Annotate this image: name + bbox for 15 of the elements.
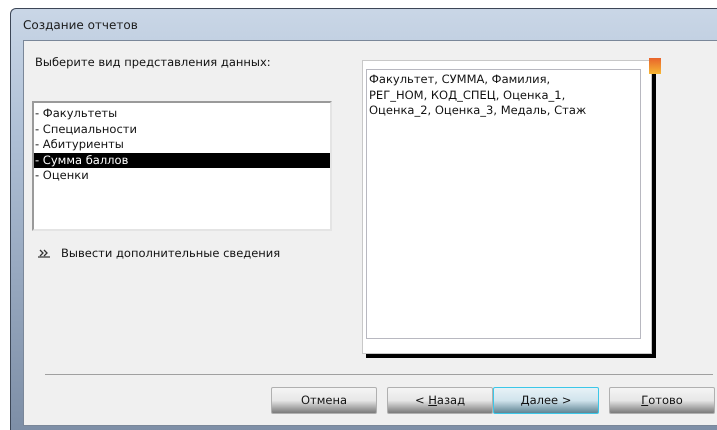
window-title: Создание отчетов: [23, 18, 138, 32]
list-item[interactable]: - Оценки: [34, 168, 330, 184]
list-item[interactable]: - Факультеты: [34, 106, 330, 122]
dialog-button[interactable]: Далее >: [493, 386, 599, 414]
list-item[interactable]: - Сумма баллов: [34, 152, 330, 168]
list-item[interactable]: - Специальности: [34, 122, 330, 137]
more-info-label[interactable]: Вывести дополнительные сведения: [61, 246, 280, 260]
list-item[interactable]: - Абитуриенты: [34, 137, 330, 152]
expand-icon[interactable]: [35, 247, 53, 259]
corner-mark: [649, 58, 661, 74]
dialog-button[interactable]: < Назад: [387, 386, 493, 414]
field-list-text: Факультет, СУММА, Фамилия, РЕГ_НОМ, КОД_СПЕЦ, Оценка_1, Оценка_2, Оценка_3, Медаль, Стаж: [366, 69, 641, 339]
prompt-label: Выберите вид представления данных:: [34, 55, 272, 69]
dialog-button[interactable]: Отмена: [271, 386, 377, 414]
dialog-button[interactable]: Готово: [609, 386, 715, 414]
